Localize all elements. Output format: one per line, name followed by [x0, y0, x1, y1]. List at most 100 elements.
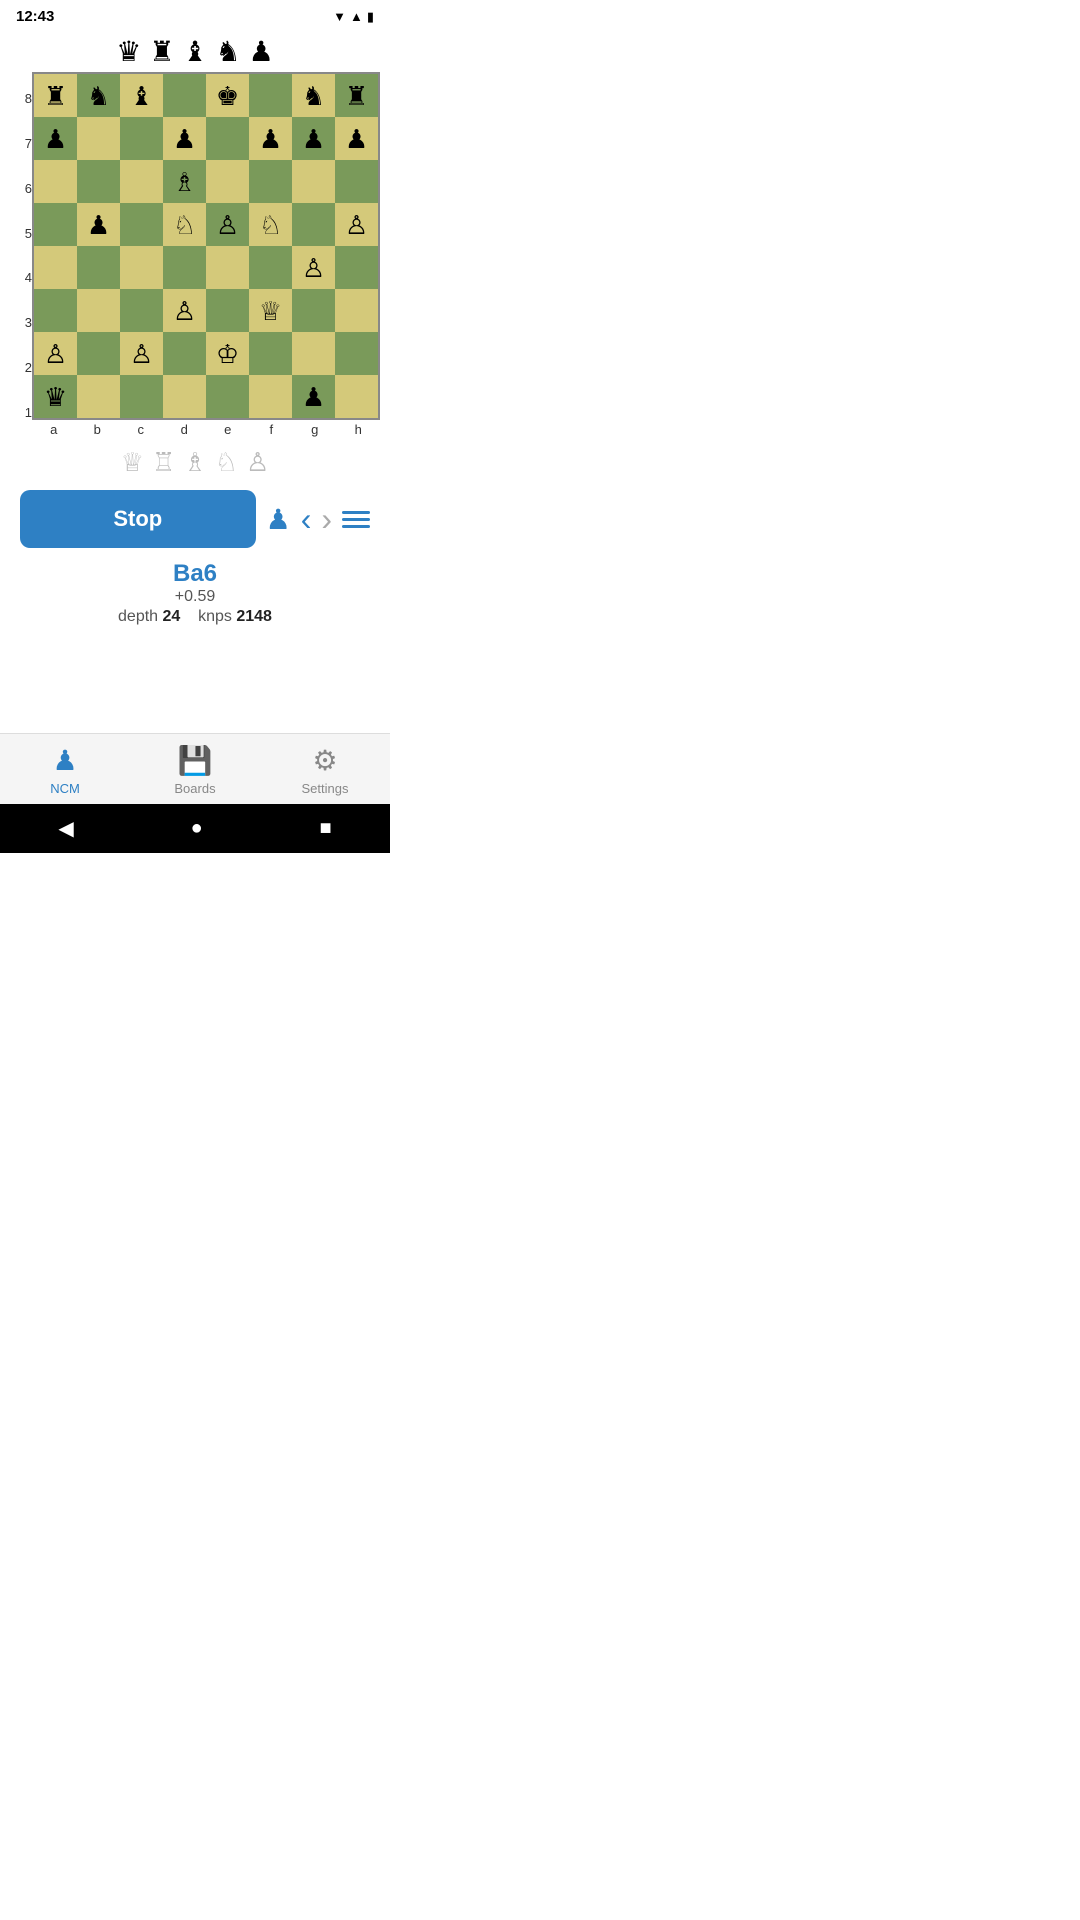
square-d2[interactable]: [163, 332, 206, 375]
square-e8[interactable]: ♚: [206, 74, 249, 117]
captured-pieces-bottom: ♕ ♖ ♗ ♘ ♙: [0, 439, 390, 482]
boards-icon: 💾: [178, 744, 213, 777]
square-g1[interactable]: ♟: [292, 375, 335, 418]
square-d8[interactable]: [163, 74, 206, 117]
square-b8[interactable]: ♞: [77, 74, 120, 117]
square-e4[interactable]: [206, 246, 249, 289]
settings-icon: ⚙: [312, 744, 337, 777]
board-container: 8 7 6 5 4 3 2 1 ♜♞♝♚♞♜♟♟♟♟♟♗♟♘♙♘♙♙♙♕♙♙♔♛…: [0, 72, 390, 439]
square-d5[interactable]: ♘: [163, 203, 206, 246]
controls: Stop ♟ ‹ ›: [0, 482, 390, 556]
square-b3[interactable]: [77, 289, 120, 332]
square-c1[interactable]: [120, 375, 163, 418]
square-f3[interactable]: ♕: [249, 289, 292, 332]
nav-prev-button[interactable]: ‹: [301, 501, 312, 538]
square-h8[interactable]: ♜: [335, 74, 378, 117]
stop-button[interactable]: Stop: [20, 490, 256, 548]
square-h4[interactable]: [335, 246, 378, 289]
nav-item-boards[interactable]: 💾 Boards: [130, 744, 260, 796]
captured-pieces-top: ♛ ♜ ♝ ♞ ♟: [0, 29, 390, 72]
square-c3[interactable]: [120, 289, 163, 332]
square-g3[interactable]: [292, 289, 335, 332]
boards-label: Boards: [174, 781, 215, 796]
square-b2[interactable]: [77, 332, 120, 375]
square-d6[interactable]: ♗: [163, 160, 206, 203]
square-b7[interactable]: [77, 117, 120, 160]
square-f8[interactable]: [249, 74, 292, 117]
battery-icon: ▮: [367, 9, 374, 25]
square-h6[interactable]: [335, 160, 378, 203]
nav-next-button[interactable]: ›: [321, 501, 332, 538]
square-g4[interactable]: ♙: [292, 246, 335, 289]
square-d7[interactable]: ♟: [163, 117, 206, 160]
square-a4[interactable]: [34, 246, 77, 289]
square-g8[interactable]: ♞: [292, 74, 335, 117]
square-e1[interactable]: [206, 375, 249, 418]
best-move: Ba6: [0, 560, 390, 588]
square-c6[interactable]: [120, 160, 163, 203]
square-c8[interactable]: ♝: [120, 74, 163, 117]
square-h3[interactable]: [335, 289, 378, 332]
board-wrap: ♜♞♝♚♞♜♟♟♟♟♟♗♟♘♙♘♙♙♙♕♙♙♔♛♟ a b c d e f g …: [32, 72, 380, 439]
square-a1[interactable]: ♛: [34, 375, 77, 418]
cap-rook-icon: ♜: [149, 35, 174, 68]
move-stats: depth 24 knps 2148: [0, 608, 390, 626]
cap-queen-icon: ♛: [116, 35, 141, 68]
square-f5[interactable]: ♘: [249, 203, 292, 246]
square-c2[interactable]: ♙: [120, 332, 163, 375]
status-time: 12:43: [16, 8, 54, 25]
square-f6[interactable]: [249, 160, 292, 203]
square-a2[interactable]: ♙: [34, 332, 77, 375]
recent-button[interactable]: ■: [319, 817, 331, 840]
square-e6[interactable]: [206, 160, 249, 203]
square-g7[interactable]: ♟: [292, 117, 335, 160]
square-d3[interactable]: ♙: [163, 289, 206, 332]
settings-label: Settings: [302, 781, 349, 796]
square-d4[interactable]: [163, 246, 206, 289]
square-d1[interactable]: [163, 375, 206, 418]
square-g5[interactable]: [292, 203, 335, 246]
back-button[interactable]: ◀: [58, 816, 73, 841]
chess-board[interactable]: ♜♞♝♚♞♜♟♟♟♟♟♗♟♘♙♘♙♙♙♕♙♙♔♛♟: [32, 72, 380, 420]
square-f7[interactable]: ♟: [249, 117, 292, 160]
square-c5[interactable]: [120, 203, 163, 246]
square-c4[interactable]: [120, 246, 163, 289]
square-f2[interactable]: [249, 332, 292, 375]
square-b6[interactable]: [77, 160, 120, 203]
knps-label: knps: [198, 608, 232, 625]
home-button[interactable]: ●: [191, 817, 203, 840]
square-h5[interactable]: ♙: [335, 203, 378, 246]
square-a3[interactable]: [34, 289, 77, 332]
status-icons: ▼ ▲ ▮: [333, 9, 374, 25]
square-c7[interactable]: [120, 117, 163, 160]
move-info: Ba6 +0.59 depth 24 knps 2148: [0, 556, 390, 634]
square-e5[interactable]: ♙: [206, 203, 249, 246]
nav-item-settings[interactable]: ⚙ Settings: [260, 744, 390, 796]
square-e2[interactable]: ♔: [206, 332, 249, 375]
square-e3[interactable]: [206, 289, 249, 332]
square-a7[interactable]: ♟: [34, 117, 77, 160]
menu-button[interactable]: [342, 511, 370, 528]
signal-icon: ▲: [350, 9, 363, 24]
move-score: +0.59: [0, 588, 390, 606]
square-e7[interactable]: [206, 117, 249, 160]
square-b5[interactable]: ♟: [77, 203, 120, 246]
square-a5[interactable]: [34, 203, 77, 246]
square-g6[interactable]: [292, 160, 335, 203]
square-h2[interactable]: [335, 332, 378, 375]
square-h7[interactable]: ♟: [335, 117, 378, 160]
square-b4[interactable]: [77, 246, 120, 289]
file-labels: a b c d e f g h: [32, 420, 380, 439]
square-g2[interactable]: [292, 332, 335, 375]
nav-item-ncm[interactable]: ♟ NCM: [0, 744, 130, 796]
square-a6[interactable]: [34, 160, 77, 203]
square-h1[interactable]: [335, 375, 378, 418]
wifi-icon: ▼: [333, 9, 346, 24]
square-a8[interactable]: ♜: [34, 74, 77, 117]
depth-label: depth: [118, 608, 158, 625]
cap-wqueen-icon: ♕: [121, 447, 144, 478]
pawn-icon[interactable]: ♟: [266, 503, 291, 536]
square-f4[interactable]: [249, 246, 292, 289]
square-b1[interactable]: [77, 375, 120, 418]
square-f1[interactable]: [249, 375, 292, 418]
